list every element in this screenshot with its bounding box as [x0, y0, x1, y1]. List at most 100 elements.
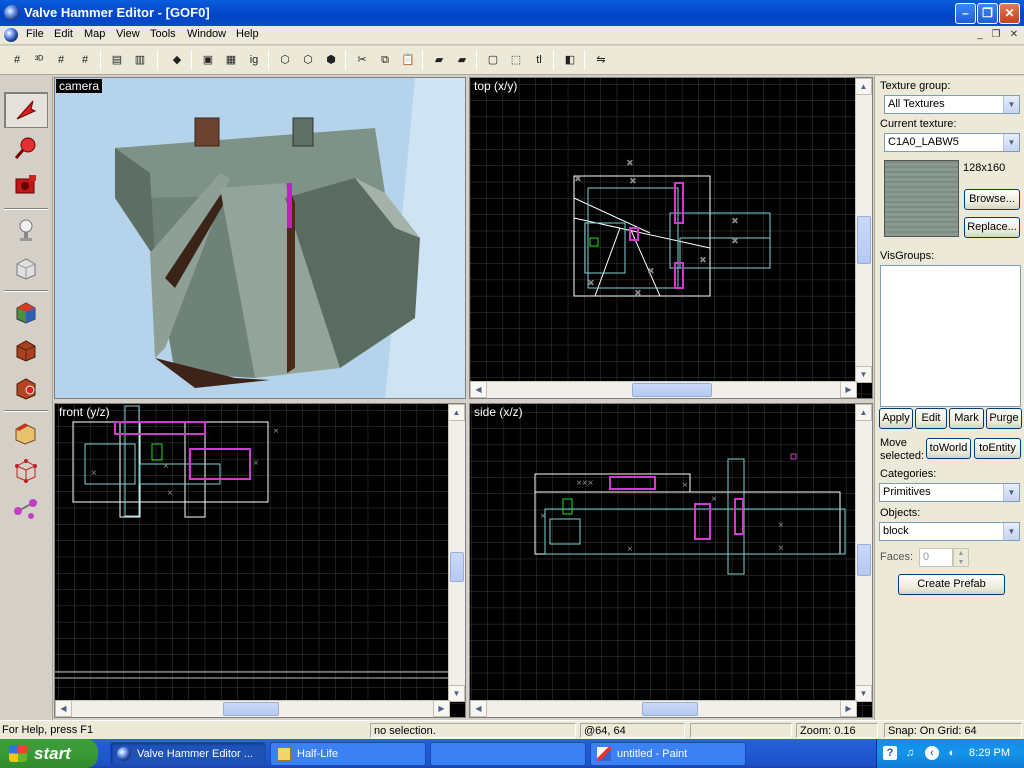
purge-button[interactable]: Purge: [986, 408, 1022, 429]
camera-viewport[interactable]: camera: [54, 77, 466, 399]
to-entity-button[interactable]: toEntity: [974, 438, 1021, 459]
3d-grid-icon[interactable]: ³ᴰ: [30, 51, 48, 69]
magnify-tool-button[interactable]: [4, 130, 48, 166]
mdi-minimize-button[interactable]: _: [972, 28, 988, 42]
cube-solid-icon[interactable]: ⬢: [322, 51, 340, 69]
clipping-tool-button[interactable]: [4, 414, 48, 450]
texture-application-button[interactable]: [4, 294, 48, 330]
network-icon[interactable]: ◐: [945, 746, 959, 760]
scroll-thumb[interactable]: [857, 216, 871, 264]
paste-icon[interactable]: 📋: [399, 51, 417, 69]
back-arrow-icon[interactable]: ‹: [925, 746, 939, 760]
scroll-left-arrow[interactable]: ◀: [470, 700, 487, 717]
decal-tool-button[interactable]: [4, 370, 48, 406]
scroll-right-arrow[interactable]: ▶: [840, 381, 857, 398]
edit-button[interactable]: Edit: [915, 408, 947, 429]
scroll-thumb[interactable]: [642, 702, 698, 716]
menu-tools[interactable]: Tools: [150, 28, 176, 40]
chevron-down-icon[interactable]: ▼: [1003, 523, 1019, 540]
help-icon[interactable]: ?: [883, 746, 897, 760]
side-horizontal-scrollbar[interactable]: ◀ ▶: [470, 700, 857, 717]
menu-file[interactable]: File: [26, 28, 44, 40]
path-tool-button[interactable]: [4, 490, 48, 526]
replace-button[interactable]: Replace...: [964, 217, 1020, 238]
scroll-thumb[interactable]: [632, 383, 712, 397]
scroll-down-arrow[interactable]: ▼: [855, 366, 872, 383]
cube-outline-icon[interactable]: ⬡: [299, 51, 317, 69]
mdi-restore-button[interactable]: ❐: [988, 28, 1004, 42]
front-horizontal-scrollbar[interactable]: ◀ ▶: [55, 700, 450, 717]
visgroups-list[interactable]: [880, 265, 1021, 407]
texture-scale-lock-icon[interactable]: ▰: [453, 51, 471, 69]
apply-texture-button[interactable]: [4, 332, 48, 368]
scroll-up-arrow[interactable]: ▲: [448, 404, 465, 421]
run-map-icon[interactable]: ◧: [561, 51, 579, 69]
hammer-app-icon[interactable]: [4, 5, 20, 21]
taskbar-item-hammer[interactable]: Valve Hammer Editor ...: [110, 742, 266, 766]
mdi-close-button[interactable]: ✕: [1006, 28, 1022, 42]
close-button[interactable]: ✕: [999, 3, 1020, 24]
volume-icon[interactable]: ♫: [903, 746, 917, 760]
front-vertical-scrollbar[interactable]: ▲ ▼: [448, 404, 465, 702]
scroll-right-arrow[interactable]: ▶: [840, 700, 857, 717]
top-horizontal-scrollbar[interactable]: ◀ ▶: [470, 381, 857, 398]
hide-objects-icon[interactable]: ▣: [199, 51, 217, 69]
copy-icon[interactable]: ⧉: [376, 51, 394, 69]
scroll-up-arrow[interactable]: ▲: [855, 78, 872, 95]
select-box-icon[interactable]: ▢: [484, 51, 502, 69]
smaller-grid-icon[interactable]: #: [52, 51, 70, 69]
menu-edit[interactable]: Edit: [54, 28, 73, 40]
vertex-tool-button[interactable]: [4, 452, 48, 488]
faces-spinner[interactable]: ▲ ▼: [953, 548, 969, 567]
start-button[interactable]: start: [0, 739, 98, 768]
scroll-down-arrow[interactable]: ▼: [448, 685, 465, 702]
group-icon[interactable]: ▥: [131, 51, 149, 69]
selection-tool-button[interactable]: [4, 92, 48, 128]
texture-lock-icon[interactable]: ▰: [430, 51, 448, 69]
taskbar-item-paint[interactable]: untitled - Paint: [590, 742, 746, 766]
scroll-up-arrow[interactable]: ▲: [855, 404, 872, 421]
top-viewport[interactable]: top (x/y) × × × × × × × × × ▲ ▼ ◀ ▶: [469, 77, 873, 399]
block-tool-button[interactable]: [4, 250, 48, 286]
create-prefab-button[interactable]: Create Prefab: [898, 574, 1005, 595]
grid-toggle-icon[interactable]: #: [8, 51, 26, 69]
minimize-button[interactable]: –: [955, 3, 976, 24]
objects-select[interactable]: block ▼: [879, 522, 1020, 541]
chevron-down-icon[interactable]: ▼: [1003, 484, 1019, 501]
maximize-button[interactable]: ❐: [977, 3, 998, 24]
taskbar-item-half-life[interactable]: Half-Life: [270, 742, 426, 766]
menu-help[interactable]: Help: [236, 28, 259, 40]
entity-tool-button[interactable]: [4, 212, 48, 248]
menu-view[interactable]: View: [116, 28, 140, 40]
scroll-thumb[interactable]: [857, 544, 871, 576]
scroll-left-arrow[interactable]: ◀: [55, 700, 72, 717]
side-viewport[interactable]: side (x/z) × × × × × × ××× ▲ ▼ ◀ ▶: [469, 403, 873, 718]
camera-tool-button[interactable]: [4, 168, 48, 204]
scroll-left-arrow[interactable]: ◀: [470, 381, 487, 398]
taskbar-item-empty[interactable]: [430, 742, 586, 766]
transform-icon[interactable]: tl: [530, 51, 548, 69]
menu-map[interactable]: Map: [84, 28, 105, 40]
chevron-down-icon[interactable]: ▼: [1003, 134, 1019, 151]
to-world-button[interactable]: toWorld: [926, 438, 971, 459]
cut-icon[interactable]: ✂: [353, 51, 371, 69]
scroll-thumb[interactable]: [223, 702, 279, 716]
mark-button[interactable]: Mark: [949, 408, 984, 429]
top-vertical-scrollbar[interactable]: ▲ ▼: [855, 78, 872, 383]
cordon-icon[interactable]: ⇋: [592, 51, 610, 69]
show-objects-icon[interactable]: ▦: [222, 51, 240, 69]
faces-field[interactable]: 0: [919, 548, 953, 567]
browse-button[interactable]: Browse...: [964, 189, 1020, 210]
current-texture-select[interactable]: C1A0_LABW5 ▼: [884, 133, 1020, 152]
scroll-down-arrow[interactable]: ▼: [855, 685, 872, 702]
larger-grid-icon[interactable]: #: [76, 51, 94, 69]
chevron-down-icon[interactable]: ▼: [1003, 96, 1019, 113]
front-viewport[interactable]: front (y/z) × × × × × ▲ ▼ ◀ ▶: [54, 403, 466, 718]
scroll-right-arrow[interactable]: ▶: [433, 700, 450, 717]
wireframe-cube-icon[interactable]: ⬡: [276, 51, 294, 69]
side-vertical-scrollbar[interactable]: ▲ ▼: [855, 404, 872, 702]
carve-icon[interactable]: ▤: [108, 51, 126, 69]
menu-window[interactable]: Window: [187, 28, 226, 40]
entity-icon[interactable]: ◆: [168, 51, 186, 69]
select-by-handle-icon[interactable]: ⬚: [507, 51, 525, 69]
